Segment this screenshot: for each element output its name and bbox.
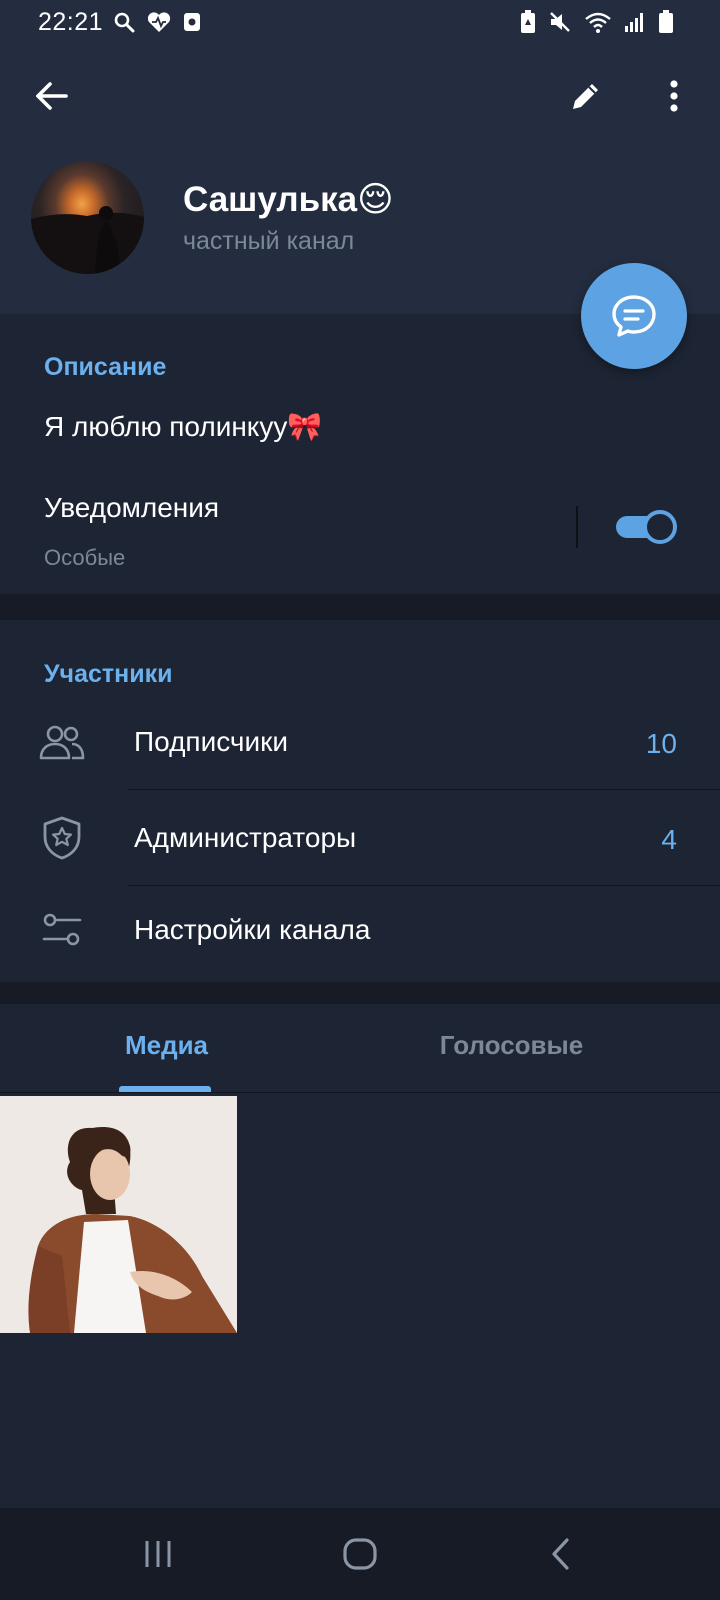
recent-apps-button[interactable] xyxy=(128,1528,188,1580)
administrators-row[interactable]: Администраторы xyxy=(134,822,356,854)
tab-indicator xyxy=(119,1086,211,1092)
channel-avatar[interactable] xyxy=(31,161,144,274)
subscribers-row[interactable]: Подписчики xyxy=(134,726,288,758)
discussion-button[interactable] xyxy=(581,263,687,369)
tab-media[interactable]: Медиа xyxy=(0,1030,333,1061)
more-vertical-icon xyxy=(670,80,678,112)
edit-button[interactable] xyxy=(562,72,610,120)
chevron-left-icon xyxy=(552,1538,569,1570)
channel-subtitle: частный канал xyxy=(183,227,355,255)
section-divider xyxy=(0,594,720,620)
notifications-divider xyxy=(576,506,578,548)
media-photo xyxy=(0,1096,237,1333)
subscribers-count: 10 xyxy=(645,728,677,759)
administrators-count: 4 xyxy=(661,824,677,855)
notifications-toggle[interactable] xyxy=(614,508,680,546)
description-text: Я люблю полинкуу🎀 xyxy=(44,411,323,442)
channel-settings-row[interactable]: Настройки канала xyxy=(134,914,370,946)
pencil-icon xyxy=(573,84,598,109)
arrow-left-icon xyxy=(36,82,68,110)
description-label: Описание xyxy=(44,353,167,381)
tab-voice[interactable]: Голосовые xyxy=(345,1030,678,1061)
users-icon xyxy=(38,718,86,766)
battery-icon xyxy=(659,10,673,33)
mute-icon xyxy=(550,12,570,32)
back-button[interactable] xyxy=(26,70,78,122)
toggle-switch-icon xyxy=(616,510,677,544)
home-icon xyxy=(343,1538,377,1570)
search-icon xyxy=(114,12,135,33)
avatar-image xyxy=(31,206,144,274)
notifications-subtitle: Особые xyxy=(44,545,126,570)
settings-sliders-icon xyxy=(38,906,86,954)
system-back-button[interactable] xyxy=(532,1528,592,1580)
screen-record-icon xyxy=(184,13,200,31)
section-divider xyxy=(0,982,720,1004)
row-separator xyxy=(128,789,720,790)
battery-saver-icon xyxy=(521,10,535,33)
more-options-button[interactable] xyxy=(650,72,698,120)
chat-bubble-icon xyxy=(612,295,656,337)
media-thumbnail[interactable] xyxy=(0,1096,237,1333)
admin-shield-icon xyxy=(38,814,86,862)
status-right-icons xyxy=(520,10,674,34)
row-separator xyxy=(128,885,720,886)
channel-title: Сашулька😌 xyxy=(183,180,394,219)
status-left-icons xyxy=(112,10,202,34)
notifications-title[interactable]: Уведомления xyxy=(44,492,219,524)
members-label: Участники xyxy=(44,660,173,688)
status-time: 22:21 xyxy=(38,8,104,36)
signal-icon xyxy=(625,13,643,32)
wifi-icon xyxy=(585,12,611,33)
home-button[interactable] xyxy=(330,1528,390,1580)
recent-apps-icon xyxy=(145,1541,171,1567)
heart-icon xyxy=(147,12,171,32)
